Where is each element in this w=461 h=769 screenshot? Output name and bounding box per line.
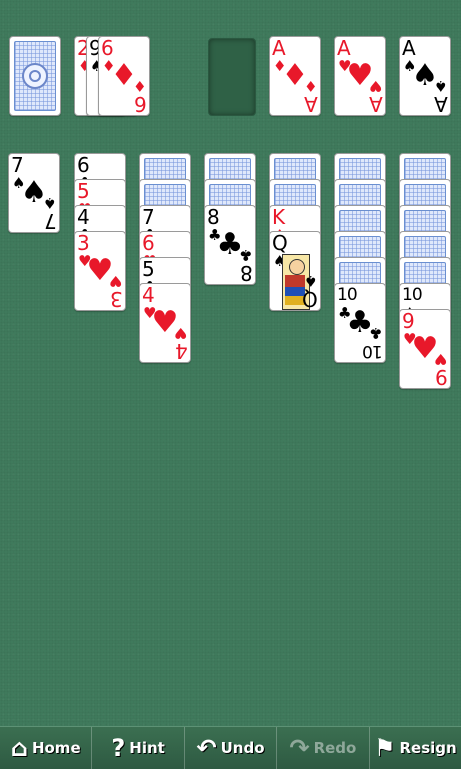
card-rank: 8 xyxy=(207,205,220,229)
home-icon: ⌂ xyxy=(10,734,28,762)
card-rank: 4 xyxy=(77,205,90,229)
card-suit-inverted-icon: ♥ xyxy=(108,272,122,290)
foundation-slot-empty[interactable] xyxy=(208,38,256,116)
redo-label: Redo xyxy=(313,739,357,757)
card-rank: 5 xyxy=(77,179,90,203)
card-rank-inverted: 7 xyxy=(45,209,57,233)
card-rank-inverted: 8 xyxy=(241,261,253,285)
tableau-card[interactable]: 10 ♣ ♣ 10 ♣ xyxy=(334,283,386,363)
undo-icon: ↶ xyxy=(196,734,217,762)
card-rank-inverted: A xyxy=(370,92,383,116)
tableau-card[interactable]: Q ♠ Q ♠ xyxy=(269,231,321,311)
undo-label: Undo xyxy=(220,739,265,757)
tableau-card[interactable]: 3 ♥ ♥ 3 ♥ xyxy=(74,231,126,311)
card-rank-inverted: 3 xyxy=(111,287,123,311)
card-rank: 3 xyxy=(77,231,90,255)
undo-button[interactable]: ↶ Undo xyxy=(185,727,278,769)
stock-pile[interactable] xyxy=(9,36,61,116)
card-suit-inverted-icon: ♥ xyxy=(173,324,187,342)
hint-button[interactable]: ? Hint xyxy=(92,727,185,769)
card-rank: 7 xyxy=(11,153,24,177)
redo-button[interactable]: ↷ Redo xyxy=(277,727,370,769)
card-suit-inverted-icon: ♣ xyxy=(368,324,382,342)
question-icon: ? xyxy=(111,734,126,762)
card-suit-inverted-icon: ♣ xyxy=(238,246,252,264)
foundation-card[interactable]: A ♥ ♥ A ♥ xyxy=(334,36,386,116)
foundation-card[interactable]: A ♠ ♠ A ♠ xyxy=(399,36,451,116)
card-rank: Q xyxy=(272,231,288,255)
card-suit-inverted-icon: ♠ xyxy=(303,272,317,290)
card-rank: A xyxy=(402,36,416,60)
card-rank: 6 xyxy=(142,231,155,255)
tableau-card[interactable]: 7 ♠ ♠ 7 ♠ xyxy=(8,153,60,233)
card-rank: 5 xyxy=(142,257,155,281)
card-rank-inverted: 4 xyxy=(176,339,188,363)
tableau-card[interactable]: 9 ♥ ♥ 9 ♥ xyxy=(399,309,451,389)
resign-button[interactable]: ⚑ Resign xyxy=(370,727,461,769)
card-rank: 9 xyxy=(402,309,415,333)
redo-icon: ↷ xyxy=(289,734,310,762)
card-rank-inverted: 6 xyxy=(135,92,147,116)
card-rank: 7 xyxy=(142,205,155,229)
tableau-card[interactable]: 8 ♣ ♣ 8 ♣ xyxy=(204,205,256,285)
card-rank-inverted: A xyxy=(305,92,318,116)
hint-label: Hint xyxy=(129,739,165,757)
card-back-emblem-icon xyxy=(22,63,48,89)
tableau-card[interactable]: 4 ♥ ♥ 4 ♥ xyxy=(139,283,191,363)
card-suit-inverted-icon: ♦ xyxy=(132,77,146,95)
resign-label: Resign xyxy=(399,739,457,757)
card-rank: 6 xyxy=(77,153,90,177)
home-label: Home xyxy=(31,739,81,757)
card-rank-inverted: 10 xyxy=(363,341,383,361)
card-suit-inverted-icon: ♥ xyxy=(368,77,382,95)
toolbar: ⌂ Home ? Hint ↶ Undo ↷ Redo ⚑ Resign xyxy=(0,726,461,769)
foundation-card[interactable]: A ♦ ♦ A ♦ xyxy=(269,36,321,116)
card-rank: K xyxy=(272,205,285,229)
card-suit-inverted-icon: ♠ xyxy=(433,77,447,95)
card-suit-inverted-icon: ♠ xyxy=(42,194,56,212)
card-rank: A xyxy=(272,36,286,60)
card-rank: A xyxy=(337,36,351,60)
card-rank: 6 xyxy=(101,36,114,60)
card-rank-inverted: A xyxy=(435,92,448,116)
card-rank: 4 xyxy=(142,283,155,307)
card-suit-inverted-icon: ♥ xyxy=(433,350,447,368)
card-rank-inverted: 9 xyxy=(436,365,448,389)
waste-card[interactable]: 6 ♦ ♦ 6 ♦ xyxy=(98,36,150,116)
home-button[interactable]: ⌂ Home xyxy=(0,727,93,769)
card-rank: 10 xyxy=(402,285,423,305)
card-suit-inverted-icon: ♦ xyxy=(303,77,317,95)
flag-icon: ⚑ xyxy=(373,734,396,762)
card-rank: 10 xyxy=(337,285,358,305)
card-rank-inverted: Q xyxy=(303,287,318,311)
